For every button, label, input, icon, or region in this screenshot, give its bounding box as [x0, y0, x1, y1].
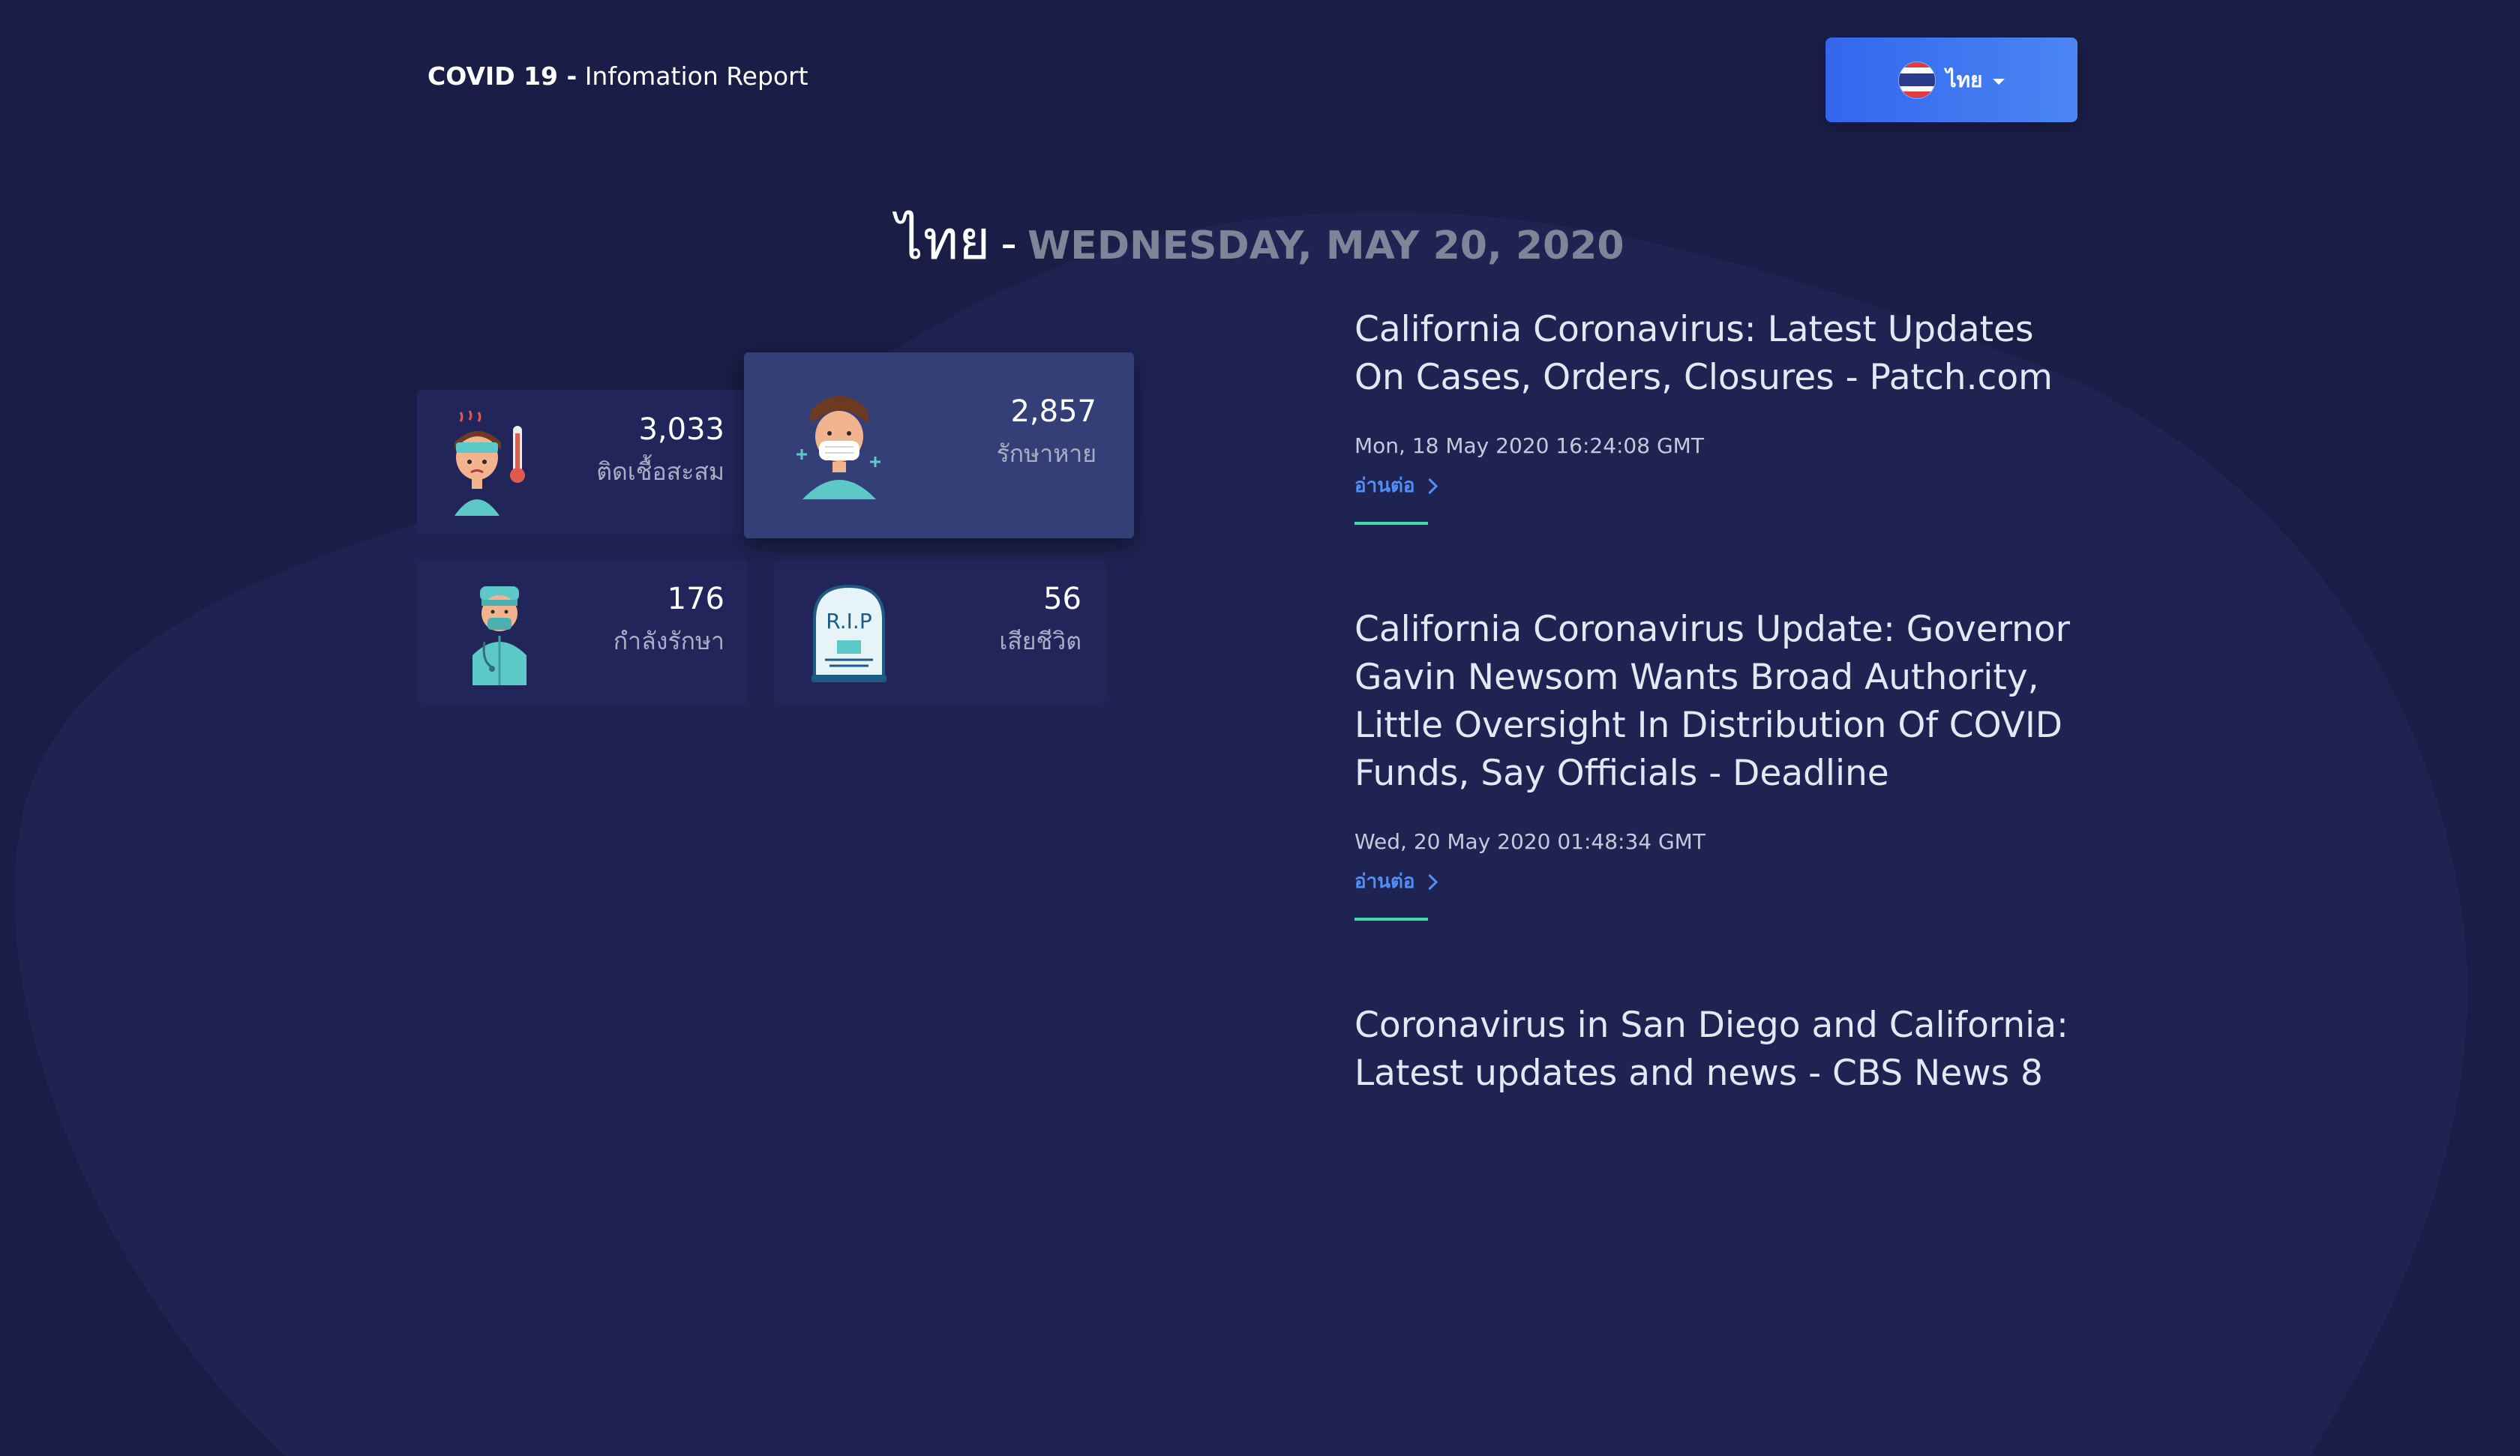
divider	[1354, 522, 1428, 525]
news-item: California Coronavirus Update: Governor …	[1354, 606, 2090, 921]
deaths-label: เสียชีวิต	[999, 627, 1082, 655]
deaths-count: 56	[1043, 582, 1082, 616]
language-label: ไทย	[1946, 67, 1983, 92]
chevron-down-icon	[1993, 78, 2006, 85]
divider	[1354, 918, 1428, 921]
read-more-link[interactable]: อ่านต่อ	[1354, 470, 2090, 501]
chevron-right-icon	[1421, 478, 1438, 495]
stat-card-recovered[interactable]: 2,857 รักษาหาย	[744, 352, 1134, 538]
sick-person-thermometer-icon	[454, 411, 525, 516]
news-item: California Coronavirus: Latest Updates O…	[1354, 306, 2090, 525]
brand-title-rest: Infomation Report	[577, 61, 808, 91]
read-more-link[interactable]: อ่านต่อ	[1354, 866, 2090, 897]
recovered-label: รักษาหาย	[996, 439, 1096, 468]
infected-label: ติดเชื้อสะสม	[596, 457, 724, 486]
brand-title: COVID 19 - Infomation Report	[428, 61, 808, 91]
thai-flag-icon	[1898, 61, 1936, 99]
recovered-count: 2,857	[1010, 394, 1096, 429]
read-more-label: อ่านต่อ	[1354, 870, 1415, 893]
brand-title-bold: COVID 19 -	[428, 61, 578, 91]
doctor-icon	[472, 586, 526, 685]
treating-count: 176	[667, 582, 724, 616]
news-title[interactable]: California Coronavirus Update: Governor …	[1354, 606, 2090, 798]
title-separator: -	[1000, 217, 1017, 270]
stat-card-deaths[interactable]: R.I.P 56 เสียชีวิต	[774, 559, 1106, 703]
svg-text:R.I.P: R.I.P	[826, 609, 872, 634]
stat-card-infected[interactable]: 3,033 ติดเชื้อสะสม	[417, 390, 748, 534]
read-more-label: อ่านต่อ	[1354, 475, 1415, 497]
page-title: ไทย - WEDNESDAY, MAY 20, 2020	[0, 196, 2520, 283]
news-title[interactable]: California Coronavirus: Latest Updates O…	[1354, 306, 2090, 402]
masked-person-icon	[796, 396, 880, 499]
news-item: Coronavirus in San Diego and California:…	[1354, 1002, 2090, 1098]
report-date: WEDNESDAY, MAY 20, 2020	[1027, 223, 1624, 268]
stat-card-treating[interactable]: 176 กำลังรักษา	[417, 559, 748, 703]
news-date: Mon, 18 May 2020 16:24:08 GMT	[1354, 433, 1704, 458]
chevron-right-icon	[1421, 873, 1438, 891]
infected-count: 3,033	[638, 412, 724, 447]
treating-label: กำลังรักษา	[613, 627, 724, 655]
country-name: ไทย	[896, 208, 991, 271]
news-title[interactable]: Coronavirus in San Diego and California:…	[1354, 1002, 2090, 1098]
news-date: Wed, 20 May 2020 01:48:34 GMT	[1354, 829, 1706, 854]
language-dropdown-button[interactable]: ไทย	[1826, 37, 2078, 122]
rip-tombstone-icon: R.I.P	[812, 584, 886, 682]
